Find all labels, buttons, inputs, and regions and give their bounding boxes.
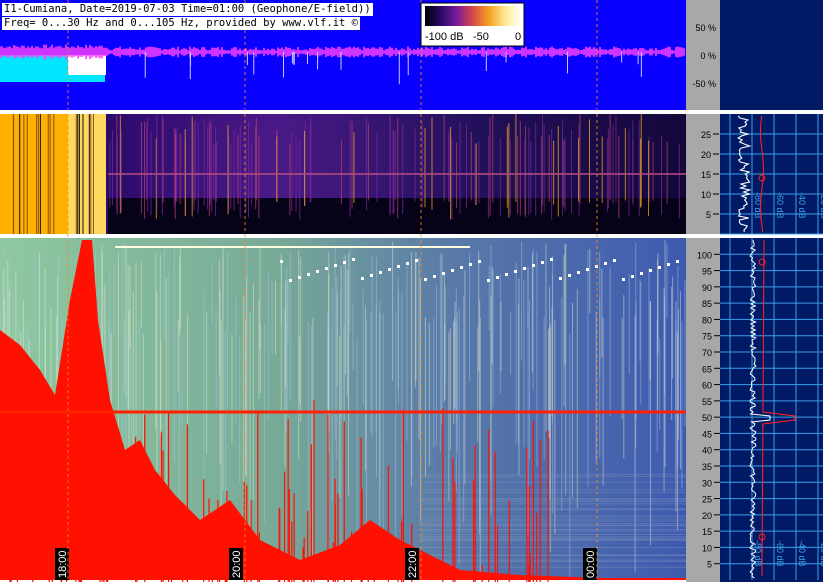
low-tick-label: 5 bbox=[706, 210, 711, 220]
high-tick-label: 5 bbox=[707, 560, 712, 570]
high-dot bbox=[469, 263, 472, 266]
spectrum-tick-label: -20 dB bbox=[819, 192, 823, 219]
high-dot bbox=[433, 275, 436, 278]
high-dot bbox=[334, 264, 337, 267]
high-tick-label: 30 bbox=[702, 478, 712, 488]
high-dot bbox=[577, 271, 580, 274]
colorbar-gradient bbox=[425, 6, 521, 26]
high-dot bbox=[658, 266, 661, 269]
high-tick-label: 20 bbox=[702, 511, 712, 521]
low-tick-label: 20 bbox=[701, 150, 711, 160]
amplitude-tick-label: 50 % bbox=[695, 23, 716, 33]
high-dot bbox=[496, 276, 499, 279]
header-subtitle: Freq= 0...30 Hz and 0...105 Hz, provided… bbox=[2, 17, 361, 30]
high-tick-label: 100 bbox=[697, 250, 712, 260]
high-dot bbox=[523, 267, 526, 270]
high-dot bbox=[298, 276, 301, 279]
high-spectrogram-panel: 5 10 15 20 25 30 35 40 45 50 55 60 65 70 75 80 85 90 95 100… bbox=[0, 238, 823, 582]
high-dot bbox=[460, 266, 463, 269]
high-dot bbox=[541, 261, 544, 264]
time-label: 18:00 bbox=[57, 550, 69, 578]
high-dot bbox=[424, 278, 427, 281]
high-dot bbox=[379, 271, 382, 274]
colorbar: -100 dB -50 0 bbox=[420, 2, 525, 47]
high-dot bbox=[640, 272, 643, 275]
high-tick-label: 75 bbox=[702, 332, 712, 342]
high-tick-label: 65 bbox=[702, 364, 712, 374]
high-dot bbox=[316, 270, 319, 273]
high-dot bbox=[631, 275, 634, 278]
high-dot bbox=[622, 278, 625, 281]
amplitude-tick-label: 0 % bbox=[700, 51, 716, 61]
high-dot bbox=[667, 263, 670, 266]
high-dot bbox=[568, 274, 571, 277]
high-dot bbox=[676, 260, 679, 263]
low-spectrogram-panel: 510152025 -80 dB -60 dB -40 dB -20 dB bbox=[0, 114, 823, 235]
high-tick-label: 70 bbox=[702, 348, 712, 358]
high-dot bbox=[451, 269, 454, 272]
high-dot bbox=[478, 260, 481, 263]
spectrum-tick-label: -60 dB bbox=[775, 192, 785, 219]
high-tick-label: 25 bbox=[702, 495, 712, 505]
high-tick-label: 55 bbox=[702, 397, 712, 407]
spectrum-tick-label: -40 dB bbox=[797, 540, 807, 567]
high-dot bbox=[505, 273, 508, 276]
high-tick-label: 15 bbox=[702, 527, 712, 537]
high-tick-label: 90 bbox=[702, 283, 712, 293]
high-tick-label: 80 bbox=[702, 315, 712, 325]
high-tick-label: 35 bbox=[702, 462, 712, 472]
high-dot bbox=[586, 268, 589, 271]
high-spectrum-panel bbox=[720, 238, 823, 582]
high-tick-label: 10 bbox=[702, 543, 712, 553]
high-dot bbox=[604, 262, 607, 265]
amplitude-tick-label: -50 % bbox=[692, 79, 716, 89]
high-dot bbox=[487, 279, 490, 282]
time-label: 22:00 bbox=[407, 550, 419, 578]
spectrum-tick-label: -20 dB bbox=[819, 540, 823, 567]
header-title: I1-Cumiana, Date=2019-07-03 Time=01:00 (… bbox=[2, 3, 373, 16]
high-dot bbox=[397, 265, 400, 268]
low-tick-label: 15 bbox=[701, 170, 711, 180]
high-dot bbox=[289, 279, 292, 282]
time-label: 00:00 bbox=[585, 550, 597, 578]
high-dot bbox=[550, 258, 553, 261]
high-tick-label: 45 bbox=[702, 429, 712, 439]
low-tick-label: 10 bbox=[701, 190, 711, 200]
high-tick-label: 85 bbox=[702, 299, 712, 309]
high-dot bbox=[361, 277, 364, 280]
high-dot bbox=[307, 273, 310, 276]
spectrum-tick-label: -40 dB bbox=[797, 192, 807, 219]
colorbar-tick-0: -100 dB bbox=[425, 31, 464, 43]
high-tick-label: 95 bbox=[702, 267, 712, 277]
high-dot bbox=[415, 259, 418, 262]
colorbar-tick-2: 0 bbox=[515, 31, 521, 43]
high-dot bbox=[325, 267, 328, 270]
high-dot bbox=[559, 277, 562, 280]
high-tick-label: 50 bbox=[702, 413, 712, 423]
low-spectrogram-dark-floor bbox=[108, 198, 686, 234]
high-dot bbox=[532, 264, 535, 267]
high-dot bbox=[514, 270, 517, 273]
high-dot bbox=[613, 259, 616, 262]
high-tick-label: 60 bbox=[702, 381, 712, 391]
high-dot bbox=[406, 262, 409, 265]
high-dot bbox=[370, 274, 373, 277]
high-tick-label: 40 bbox=[702, 446, 712, 456]
spectrogram-figure: 50 %0 %-50 % 510152025 -80 dB -60 dB -40 d… bbox=[0, 0, 823, 582]
high-dot bbox=[442, 272, 445, 275]
low-spectrogram-bright-block bbox=[68, 114, 106, 234]
high-dot bbox=[388, 268, 391, 271]
colorbar-tick-1: -50 bbox=[473, 31, 489, 43]
high-dot bbox=[352, 258, 355, 261]
spectrum-tick-label: -60 dB bbox=[775, 540, 785, 567]
low-tick-label: 25 bbox=[701, 130, 711, 140]
high-dot bbox=[343, 261, 346, 264]
high-dot bbox=[280, 260, 283, 263]
high-dot bbox=[649, 269, 652, 272]
amplitude-side-panel bbox=[720, 0, 823, 110]
time-label: 20:00 bbox=[231, 550, 243, 578]
